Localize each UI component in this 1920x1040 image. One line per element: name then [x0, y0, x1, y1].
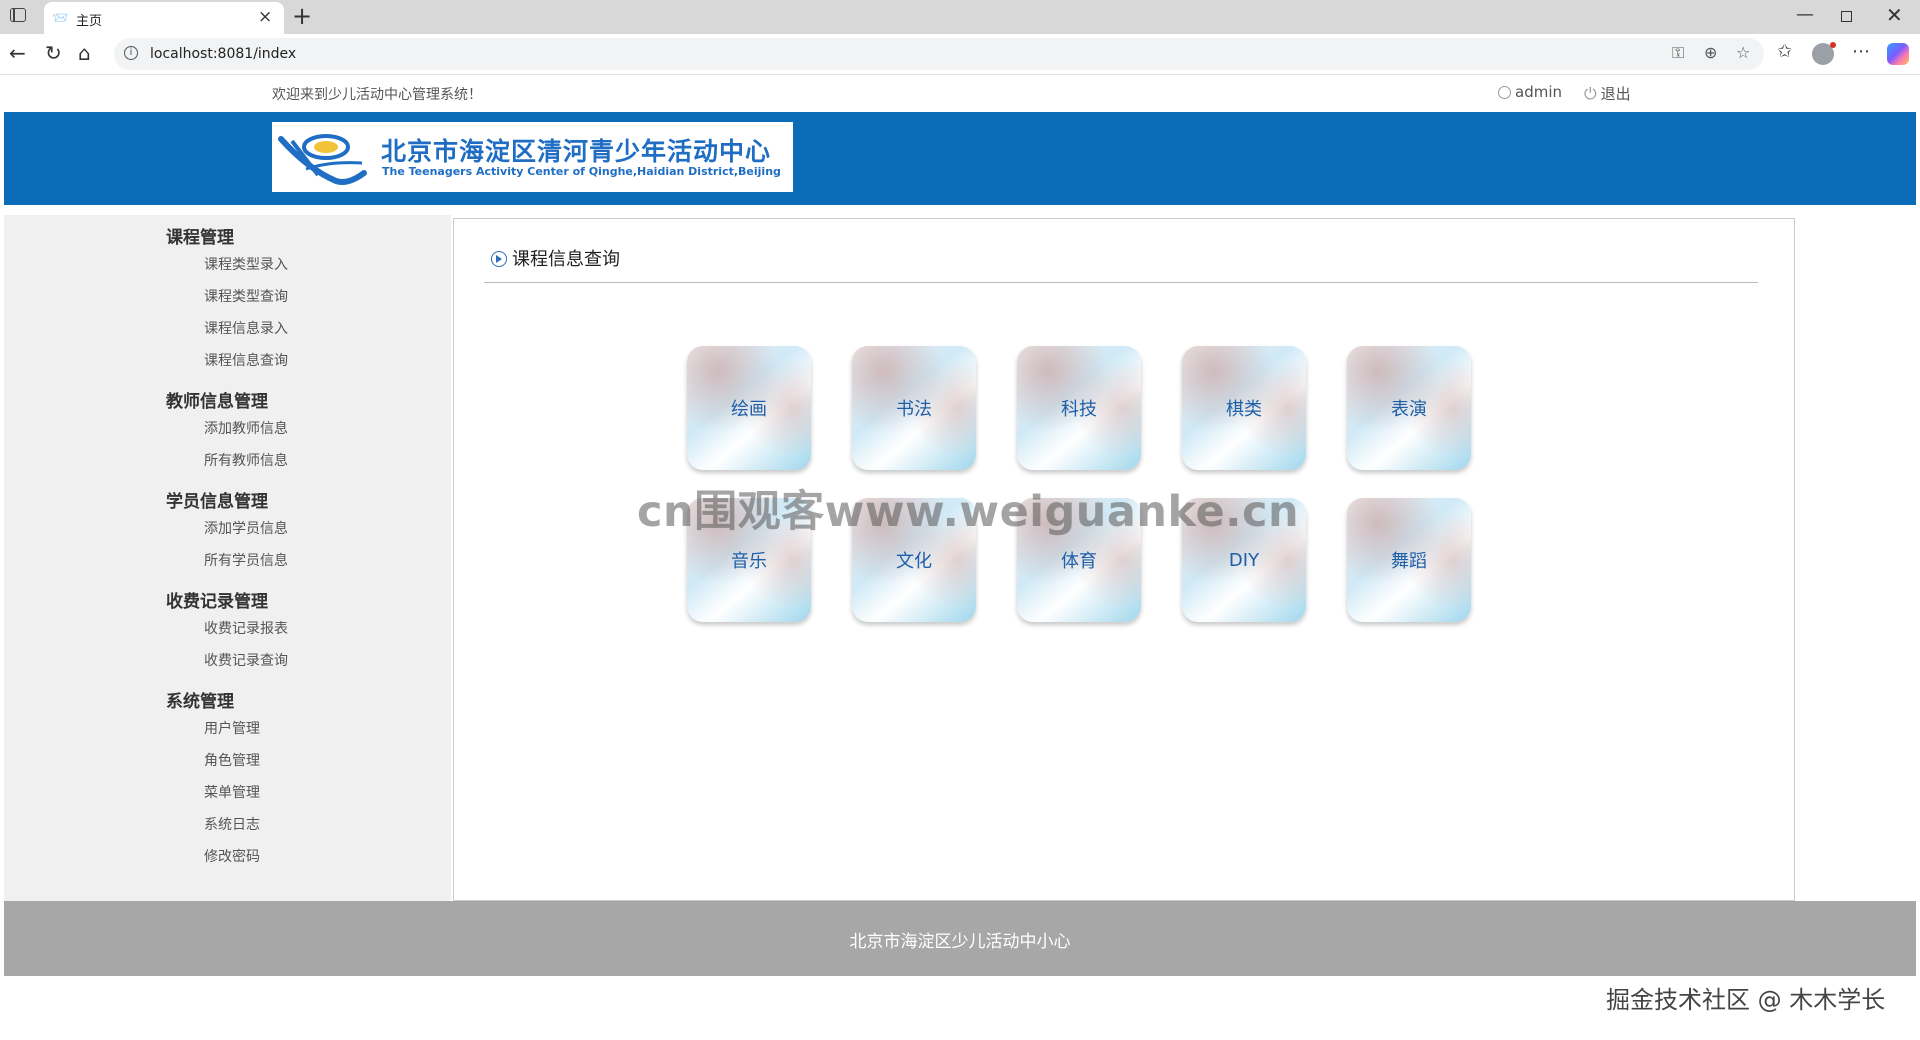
sidebar-item[interactable]: 添加教师信息	[204, 418, 288, 438]
back-icon[interactable]: ←	[9, 41, 26, 65]
course-category-tile[interactable]: 科技	[1017, 346, 1141, 470]
corner-credit-text: 掘金技术社区 @ 木木学长	[1606, 986, 1886, 1014]
sidebar-group-title: 收费记录管理	[166, 592, 268, 612]
web-page: 欢迎来到少儿活动中心管理系统！ admin ⏻ 退出 北京市海淀区清河青少年活动中…	[4, 75, 1916, 1035]
copilot-icon[interactable]	[1887, 43, 1909, 65]
footer-text: 北京市海淀区少儿活动中小心	[849, 932, 1071, 952]
sidebar-group-title: 学员信息管理	[166, 492, 268, 512]
new-tab-button[interactable]: +	[292, 2, 312, 30]
browser-toolbar: ← ↻ ⌂ i localhost:8081/index ⚿ ⊕ ☆ ✩ ⋯	[0, 34, 1920, 75]
sidebar-item[interactable]: 修改密码	[204, 846, 260, 866]
sidebar-item[interactable]: 课程信息查询	[204, 350, 288, 370]
tab-title: 主页	[76, 14, 103, 29]
sidebar-item[interactable]: 课程类型录入	[204, 254, 288, 274]
main-content-panel: 课程信息查询 绘画 书法 科技 棋类 表演 音乐 文化 体育 DIY 舞蹈	[453, 218, 1795, 901]
logo-title-en: The Teenagers Activity Center of Qinghe,…	[382, 165, 781, 178]
key-icon[interactable]: ⚿	[1672, 43, 1684, 63]
home-icon[interactable]: ⌂	[78, 41, 91, 65]
course-category-tile[interactable]: 表演	[1347, 346, 1471, 470]
username-label: admin	[1515, 83, 1562, 101]
window-restore-button[interactable]	[1841, 11, 1852, 22]
logout-link[interactable]: ⏻ 退出	[1584, 83, 1631, 104]
sidebar-item[interactable]: 收费记录报表	[204, 618, 288, 638]
content-title: 课程信息查询	[512, 249, 620, 270]
course-category-tile[interactable]: 绘画	[687, 346, 811, 470]
sidebar-item[interactable]: 系统日志	[204, 814, 260, 834]
site-info-icon[interactable]: i	[124, 46, 138, 60]
page-footer: 北京市海淀区少儿活动中小心	[4, 901, 1916, 976]
sidebar-item[interactable]: 角色管理	[204, 750, 260, 770]
tab-favicon-icon: 📨	[52, 11, 69, 26]
sidebar-item[interactable]: 菜单管理	[204, 782, 260, 802]
browser-tab-active[interactable]: 📨 主页 ×	[44, 2, 284, 34]
sidebar-group-title: 系统管理	[166, 692, 234, 712]
watermark-text: cn围观客www.weiguanke.cn	[637, 487, 1300, 537]
course-category-tile[interactable]: 棋类	[1182, 346, 1306, 470]
sidebar-item[interactable]: 添加学员信息	[204, 518, 288, 538]
zoom-icon[interactable]: ⊕	[1704, 43, 1717, 62]
tab-actions-icon[interactable]	[10, 8, 26, 22]
course-category-tile[interactable]: 书法	[852, 346, 976, 470]
play-circle-icon	[491, 251, 507, 267]
window-close-button[interactable]: ✕	[1886, 3, 1903, 27]
address-bar[interactable]: i localhost:8081/index ⚿ ⊕ ☆	[114, 38, 1764, 70]
profile-avatar-icon[interactable]	[1812, 42, 1836, 65]
sidebar-item[interactable]: 课程信息录入	[204, 318, 288, 338]
header-banner: 北京市海淀区清河青少年活动中心 The Teenagers Activity C…	[4, 112, 1916, 205]
logo-emblem-icon	[278, 134, 367, 185]
logout-label: 退出	[1600, 85, 1631, 103]
sidebar-item[interactable]: 用户管理	[204, 718, 260, 738]
logo-title-cn: 北京市海淀区清河青少年活动中心	[381, 137, 772, 166]
sidebar-menu: 课程管理课程类型录入 课程类型查询 课程信息录入 课程信息查询教师信息管理添加教师信息…	[4, 215, 451, 901]
top-bar: 欢迎来到少儿活动中心管理系统！ admin ⏻ 退出	[4, 75, 1916, 112]
center-logo: 北京市海淀区清河青少年活动中心 The Teenagers Activity C…	[272, 122, 793, 192]
refresh-icon[interactable]: ↻	[45, 41, 62, 65]
sidebar-item[interactable]: 所有教师信息	[204, 450, 288, 470]
user-icon	[1498, 86, 1511, 99]
favorites-icon[interactable]: ✩	[1777, 41, 1792, 62]
course-category-tile[interactable]: 舞蹈	[1347, 498, 1471, 622]
tab-close-icon[interactable]: ×	[258, 7, 272, 27]
window-minimize-button[interactable]: —	[1796, 4, 1814, 25]
more-options-icon[interactable]: ⋯	[1852, 41, 1870, 62]
sidebar-item[interactable]: 收费记录查询	[204, 650, 288, 670]
sidebar-item[interactable]: 课程类型查询	[204, 286, 288, 306]
welcome-text: 欢迎来到少儿活动中心管理系统！	[272, 87, 482, 103]
sidebar-group-title: 课程管理	[166, 228, 234, 248]
sidebar-item[interactable]: 所有学员信息	[204, 550, 288, 570]
url-text[interactable]: localhost:8081/index	[150, 46, 296, 62]
favorite-star-icon[interactable]: ☆	[1736, 43, 1750, 62]
browser-tab-strip: 📨 主页 × + — ✕	[0, 0, 1920, 34]
current-user[interactable]: admin	[1498, 83, 1562, 101]
power-icon: ⏻	[1584, 84, 1597, 103]
title-divider	[484, 282, 1758, 283]
sidebar-group-title: 教师信息管理	[166, 392, 268, 412]
